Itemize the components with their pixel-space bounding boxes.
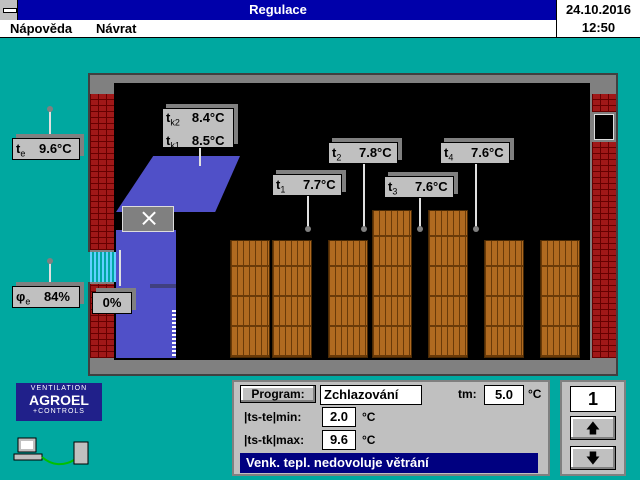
ts-te-min-unit: °C	[362, 410, 376, 424]
tm-unit: °C	[528, 387, 542, 401]
sensor-te-value: 9.6°C	[38, 141, 72, 156]
sensor-pole	[49, 262, 51, 286]
ts-tk-max-field[interactable]: 9.6	[322, 430, 356, 450]
tm-label: tm:	[458, 387, 477, 401]
ts-tk-max-unit: °C	[362, 433, 376, 447]
sensor-phie[interactable]: φe 84%	[12, 286, 80, 308]
sensor-probe	[305, 226, 311, 232]
right-wall-upper	[592, 94, 616, 112]
sensor-pole	[119, 250, 121, 286]
sensor-probe	[417, 226, 423, 232]
system-menu-button[interactable]	[0, 0, 18, 20]
sensor-tk1-value: 8.5°C	[191, 132, 225, 148]
clock: 24.10.2016 12:50	[556, 0, 640, 38]
sensor-pole	[49, 110, 51, 138]
program-button[interactable]: Program:	[240, 385, 316, 403]
right-wall-lower	[592, 142, 616, 358]
sensor-t4[interactable]: t4 7.6°C	[440, 142, 510, 164]
crate-stack	[230, 240, 270, 358]
sensor-probe	[47, 106, 53, 112]
sensor-t1[interactable]: t1 7.7°C	[272, 174, 342, 196]
air-intake-opening	[88, 252, 116, 282]
crate-stack	[428, 210, 468, 358]
sensor-t4-value: 7.6°C	[470, 145, 504, 160]
ts-te-min-field[interactable]: 2.0	[322, 407, 356, 427]
crate-stack	[272, 240, 312, 358]
exhaust-opening	[594, 114, 614, 140]
sensor-probe	[361, 226, 367, 232]
window-title: Regulace	[249, 2, 307, 17]
sensor-pole	[363, 162, 365, 228]
fan-output[interactable]: 0%	[92, 292, 132, 314]
menu-bar: Nápověda Návrat	[0, 20, 556, 38]
sensor-pole	[307, 194, 309, 228]
tm-field[interactable]: 5.0	[484, 385, 524, 405]
arrow-down-icon: 🡇	[585, 450, 601, 466]
page-number: 1	[570, 386, 616, 412]
ts-te-min-label: |ts-te|min:	[244, 410, 302, 424]
sensor-probe	[47, 258, 53, 264]
sensor-tk[interactable]: tk2 8.4°C tk1 8.5°C	[162, 108, 234, 150]
sensor-t3-value: 7.6°C	[414, 179, 448, 194]
sensor-t3[interactable]: t3 7.6°C	[384, 176, 454, 198]
menu-back[interactable]: Návrat	[96, 21, 136, 36]
sensor-te[interactable]: te 9.6°C	[12, 138, 80, 160]
arrow-up-icon: 🡅	[585, 420, 601, 436]
crate-stack	[328, 240, 368, 358]
left-wall-upper	[90, 94, 114, 250]
sensor-t2[interactable]: t2 7.8°C	[328, 142, 398, 164]
fan-output-value: 0%	[102, 295, 122, 310]
sensor-phie-value: 84%	[43, 289, 70, 304]
damper-flap	[150, 284, 176, 288]
fan-icon[interactable]	[122, 204, 174, 233]
sensor-t2-value: 7.8°C	[358, 145, 392, 160]
ts-tk-max-label: |ts-tk|max:	[244, 433, 305, 447]
crate-stack	[372, 210, 412, 358]
scroll-up-button[interactable]: 🡅	[570, 416, 616, 440]
status-message: Venk. tepl. nedovoluje větrání	[240, 453, 538, 473]
menu-help[interactable]: Nápověda	[10, 21, 72, 36]
sensor-pole	[475, 162, 477, 228]
agroel-logo: VENTILATION AGROEL +CONTROLS	[16, 383, 102, 421]
clock-time: 12:50	[581, 20, 616, 35]
crate-stack	[484, 240, 524, 358]
sensor-t1-value: 7.7°C	[302, 177, 336, 192]
clock-date: 24.10.2016	[565, 2, 632, 17]
window-title-bar: Regulace	[0, 0, 556, 20]
crate-stack	[540, 240, 580, 358]
air-outlet-grille	[172, 310, 176, 358]
sensor-pole	[419, 196, 421, 228]
scroll-down-button[interactable]: 🡇	[570, 446, 616, 470]
program-field[interactable]: Zchlazování	[320, 385, 422, 405]
computer-link-icon	[13, 437, 89, 466]
sensor-tk2-value: 8.4°C	[191, 110, 225, 125]
sensor-probe	[473, 226, 479, 232]
